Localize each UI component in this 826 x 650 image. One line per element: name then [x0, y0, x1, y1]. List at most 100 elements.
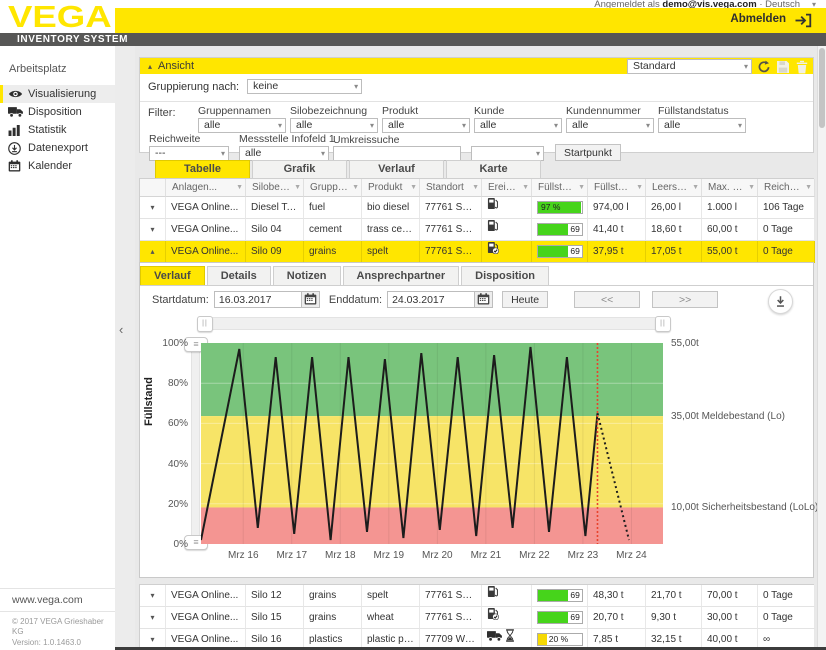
fill-level-bar: 69 %: [537, 611, 583, 624]
cell-standort: 77761 Schilt...: [420, 585, 482, 607]
row-expander[interactable]: ▾: [140, 585, 166, 607]
ansicht-title: Ansicht: [158, 60, 194, 72]
column-header[interactable]: Reichwe...▼: [758, 179, 815, 197]
sidebar-item-datenexport[interactable]: Datenexport: [0, 139, 115, 157]
tank-icon: [487, 585, 499, 606]
reichweite-select[interactable]: ---: [149, 146, 229, 161]
x-axis-tick: Mrz 22: [512, 550, 556, 561]
preset-select[interactable]: Standard: [627, 59, 752, 74]
row-expander[interactable]: ▾: [140, 197, 166, 219]
tab-tabelle[interactable]: Tabelle: [155, 160, 250, 178]
row-expander[interactable]: ▾: [140, 219, 166, 241]
date-toolbar: Startdatum: Enddatum: Heute << >>: [152, 291, 718, 308]
filter-select[interactable]: alle: [382, 118, 470, 133]
cell-produkt: spelt: [362, 585, 420, 607]
cell-anlagenname: VEGA Online...: [166, 197, 246, 219]
column-header[interactable]: Leerstand▼: [646, 179, 702, 197]
column-header[interactable]: Produkt▼: [362, 179, 420, 197]
filter-label: Filter:: [148, 107, 176, 119]
sidebar-item-statistik[interactable]: Statistik: [0, 121, 115, 139]
column-header[interactable]: Füllstand▼: [588, 179, 646, 197]
logout-button[interactable]: Abmelden: [730, 13, 786, 25]
detail-panel: VerlaufDetailsNotizenAnsprechpartnerDisp…: [139, 262, 814, 578]
cell-standort: 77761 Schilt...: [420, 607, 482, 629]
delete-icon[interactable]: [795, 60, 809, 74]
sidebar-item-disposition[interactable]: Disposition: [0, 103, 115, 121]
vega-website-link[interactable]: www.vega.com: [0, 588, 115, 612]
y-axis-tick: 100%: [154, 338, 188, 349]
sidebar-item-visualisierung[interactable]: Visualisierung: [0, 85, 115, 103]
sidebar-item-label: Statistik: [28, 124, 67, 136]
chart-download-button[interactable]: [768, 289, 793, 314]
filter-select[interactable]: alle: [658, 118, 746, 133]
tab-karte[interactable]: Karte: [446, 160, 541, 178]
refresh-icon[interactable]: [757, 60, 771, 74]
filter-select[interactable]: alle: [290, 118, 378, 133]
messstelle-select[interactable]: alle: [239, 146, 329, 161]
cell-ereignis: [482, 219, 532, 241]
ansicht-panel-body: Gruppierung nach: keine Filter: Gruppenn…: [140, 74, 813, 154]
cell-ereignis: [482, 241, 532, 263]
tab-grafik[interactable]: Grafik: [252, 160, 347, 178]
filter-select[interactable]: alle: [566, 118, 654, 133]
range-handle-left[interactable]: ||: [197, 316, 213, 332]
enddatum-calendar-icon[interactable]: [475, 291, 493, 308]
column-header[interactable]: Gruppen...▼: [304, 179, 362, 197]
column-header[interactable]: Standort▼: [420, 179, 482, 197]
cell-max-fuellstand: 30,00 t: [702, 607, 758, 629]
cell-reichweite: 106 Tage: [758, 197, 815, 219]
cell-max-fuellstand: 60,00 t: [702, 219, 758, 241]
save-icon[interactable]: [776, 60, 790, 74]
row-expander[interactable]: ▾: [140, 607, 166, 629]
grouping-select[interactable]: keine: [247, 79, 362, 94]
range-handle-right[interactable]: ||: [655, 316, 671, 332]
column-header[interactable]: Anlagen...▼: [166, 179, 246, 197]
detail-tab-ansprechpartner[interactable]: Ansprechpartner: [343, 266, 460, 285]
filter-select[interactable]: alle: [474, 118, 562, 133]
sort-icon: ▼: [578, 179, 585, 196]
sidebar-item-kalender[interactable]: Kalender: [0, 157, 115, 175]
heute-button[interactable]: Heute: [502, 291, 548, 308]
column-header[interactable]: Silobeze...▼: [246, 179, 304, 197]
column-header-expander[interactable]: [140, 179, 166, 197]
tab-verlauf[interactable]: Verlauf: [349, 160, 444, 178]
column-header[interactable]: Ereignis▼: [482, 179, 532, 197]
startdatum-input[interactable]: [214, 291, 302, 308]
sidebar-item-label: Datenexport: [28, 142, 88, 154]
filter-produkt: Produktalle: [382, 105, 470, 133]
sidebar-item-label: Visualisierung: [28, 88, 96, 100]
sort-icon: ▼: [748, 179, 755, 196]
cell-produkt: bio diesel: [362, 197, 420, 219]
time-range-slider[interactable]: || ||: [198, 317, 670, 330]
next-period-button[interactable]: >>: [652, 291, 718, 308]
scrollbar-thumb[interactable]: [819, 48, 825, 128]
logout-icon[interactable]: [794, 13, 812, 28]
sort-icon: ▼: [352, 179, 359, 196]
row-expander[interactable]: ▴: [140, 241, 166, 263]
x-axis-tick: Mrz 21: [464, 550, 508, 561]
level-range-slider[interactable]: ≡ ≡: [191, 343, 200, 544]
cell-reichweite: 0 Tage: [758, 241, 815, 263]
startpunkt-button[interactable]: Startpunkt: [555, 144, 621, 161]
startdatum-calendar-icon[interactable]: [302, 291, 320, 308]
ansicht-panel-header[interactable]: ▴ Ansicht Standard: [140, 58, 813, 74]
detail-tab-verlauf[interactable]: Verlauf: [140, 266, 205, 285]
enddatum-input[interactable]: [387, 291, 475, 308]
column-header[interactable]: Füllstand...▼: [532, 179, 588, 197]
umkreissuche-input[interactable]: [333, 146, 461, 161]
column-header[interactable]: Max. Fül...▼: [702, 179, 758, 197]
startpunkt-select[interactable]: [471, 146, 544, 161]
previous-period-button[interactable]: <<: [574, 291, 640, 308]
detail-tab-disposition[interactable]: Disposition: [461, 266, 549, 285]
y-axis-tick: 40%: [154, 459, 188, 470]
sidebar-item-label: Disposition: [28, 106, 82, 118]
bar-chart-icon: [8, 124, 23, 136]
detail-tab-notizen[interactable]: Notizen: [273, 266, 341, 285]
collapse-sidebar-icon[interactable]: ‹: [119, 322, 123, 337]
collapse-panel-icon[interactable]: ▴: [148, 62, 152, 71]
filter-umkreissuche: Umkreissuche: [333, 134, 461, 161]
cell-gruppenname: grains: [304, 607, 362, 629]
detail-tab-details[interactable]: Details: [207, 266, 271, 285]
cell-anlagenname: VEGA Online...: [166, 219, 246, 241]
filter-select[interactable]: alle: [198, 118, 286, 133]
